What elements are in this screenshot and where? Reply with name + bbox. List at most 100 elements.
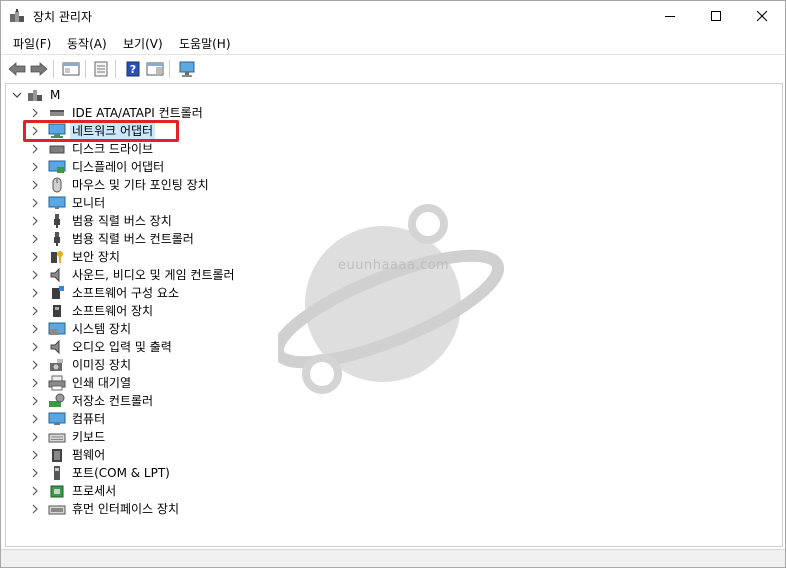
tree-item-label: 펌웨어: [72, 448, 106, 462]
help-icon: ?: [126, 61, 140, 77]
svg-text:?: ?: [130, 63, 136, 76]
chevron-right-icon[interactable]: [28, 338, 42, 356]
chevron-right-icon[interactable]: [28, 482, 42, 500]
minimize-button[interactable]: [647, 1, 693, 31]
tree-item[interactable]: 범용 직렬 버스 장치: [28, 212, 174, 230]
device-tree-pane[interactable]: euunhaaaa.com M IDE ATA/ATAPI 컨트롤러 네트워크 어…: [5, 83, 783, 547]
chevron-down-icon[interactable]: [10, 86, 24, 104]
audio-icon: [48, 339, 66, 355]
close-icon: [756, 10, 768, 22]
chevron-right-icon[interactable]: [28, 500, 42, 518]
tree-item[interactable]: 휴먼 인터페이스 장치: [28, 500, 181, 518]
chevron-right-icon[interactable]: [28, 176, 42, 194]
chevron-right-icon[interactable]: [28, 374, 42, 392]
tree-item[interactable]: 이미징 장치: [28, 356, 133, 374]
tree-item[interactable]: 디스크 드라이브: [28, 140, 155, 158]
chevron-right-icon[interactable]: [28, 320, 42, 338]
tree-item[interactable]: 사운드, 비디오 및 게임 컨트롤러: [28, 266, 237, 284]
menu-view[interactable]: 보기(V): [123, 35, 163, 52]
tree-item-label: 이미징 장치: [72, 358, 132, 372]
chevron-right-icon[interactable]: [28, 284, 42, 302]
device-manager-window: 장치 관리자 파일(F) 동작(A) 보기(V) 도움말(H) ? euunha…: [0, 0, 786, 568]
camera-icon: [48, 357, 66, 373]
scan-hardware-button[interactable]: [177, 59, 197, 79]
tree-item[interactable]: 오디오 입력 및 출력: [28, 338, 174, 356]
chevron-right-icon[interactable]: [28, 158, 42, 176]
tree-item[interactable]: 포트(COM & LPT): [28, 464, 172, 482]
chevron-right-icon[interactable]: [28, 266, 42, 284]
tree-item-label: 마우스 및 기타 포인팅 장치: [72, 178, 209, 192]
speaker-icon: [48, 267, 66, 283]
tree-item[interactable]: 모니터: [28, 194, 107, 212]
back-button[interactable]: [7, 59, 27, 79]
printer-icon: [48, 375, 66, 391]
window-title: 장치 관리자: [33, 10, 93, 24]
menu-help[interactable]: 도움말(H): [179, 35, 231, 52]
planet-watermark-icon: [278, 204, 505, 394]
storage-controller-icon: [48, 393, 66, 409]
minimize-icon: [665, 16, 675, 17]
tree-item[interactable]: 펌웨어: [28, 446, 107, 464]
chevron-right-icon[interactable]: [28, 140, 42, 158]
toolbar-separator: [169, 60, 170, 78]
tree-item[interactable]: 소프트웨어 장치: [28, 302, 155, 320]
maximize-button[interactable]: [693, 1, 739, 31]
tree-item[interactable]: 소프트웨어 구성 요소: [28, 284, 181, 302]
processor-icon: [48, 483, 66, 499]
computer-icon: [48, 411, 66, 427]
title-bar[interactable]: 장치 관리자: [1, 1, 785, 31]
chevron-right-icon[interactable]: [28, 248, 42, 266]
chevron-right-icon[interactable]: [28, 428, 42, 446]
tree-item[interactable]: 저장소 컨트롤러: [28, 392, 155, 410]
tree-item[interactable]: 키보드: [28, 428, 107, 446]
forward-arrow-icon: [30, 62, 48, 76]
usb-controller-icon: [48, 231, 66, 247]
chevron-right-icon[interactable]: [28, 230, 42, 248]
chevron-right-icon[interactable]: [28, 356, 42, 374]
chevron-right-icon[interactable]: [28, 212, 42, 230]
tree-item-label: 오디오 입력 및 출력: [72, 340, 172, 354]
tree-item[interactable]: 컴퓨터: [28, 410, 107, 428]
tree-item-label: 저장소 컨트롤러: [72, 394, 154, 408]
chevron-right-icon[interactable]: [28, 464, 42, 482]
annotation-highlight-box: [23, 120, 179, 142]
mouse-icon: [48, 177, 66, 193]
close-button[interactable]: [739, 1, 785, 31]
help-button[interactable]: ?: [123, 59, 143, 79]
tree-item[interactable]: 프로세서: [28, 482, 118, 500]
tree-item-label: 시스템 장치: [72, 322, 132, 336]
tree-item[interactable]: 시스템 장치: [28, 320, 133, 338]
action-pane-button[interactable]: [145, 59, 165, 79]
tree-item[interactable]: 인쇄 대기열: [28, 374, 133, 392]
tree-item-label: 소프트웨어 장치: [72, 304, 154, 318]
menu-bar: 파일(F) 동작(A) 보기(V) 도움말(H): [1, 31, 785, 53]
chevron-right-icon[interactable]: [28, 302, 42, 320]
tree-item-label: 소프트웨어 구성 요소: [72, 286, 179, 300]
scan-monitor-icon: [179, 61, 195, 77]
tree-item[interactable]: 범용 직렬 버스 컨트롤러: [28, 230, 196, 248]
tree-item[interactable]: 마우스 및 기타 포인팅 장치: [28, 176, 211, 194]
properties-button[interactable]: [91, 59, 111, 79]
maximize-icon: [711, 11, 721, 21]
software-component-icon: [48, 285, 66, 301]
chevron-right-icon[interactable]: [28, 446, 42, 464]
chevron-right-icon[interactable]: [28, 194, 42, 212]
chevron-right-icon[interactable]: [28, 392, 42, 410]
tree-root[interactable]: M: [10, 86, 62, 104]
tree-item[interactable]: 보안 장치: [28, 248, 122, 266]
tree-item[interactable]: 디스플레이 어댑터: [28, 158, 166, 176]
show-hide-console-tree-button[interactable]: [61, 59, 81, 79]
chevron-right-icon[interactable]: [28, 410, 42, 428]
menu-file[interactable]: 파일(F): [13, 35, 51, 52]
monitor-icon: [48, 195, 66, 211]
tree-item-label: 디스플레이 어댑터: [72, 160, 165, 174]
software-device-icon: [48, 303, 66, 319]
watermark-text: euunhaaaa.com: [338, 258, 450, 273]
toolbar: ?: [1, 54, 785, 82]
tree-item-label: 컴퓨터: [72, 412, 106, 426]
toolbar-separator: [53, 60, 54, 78]
port-icon: [48, 465, 66, 481]
tree-item-label: 프로세서: [72, 484, 117, 498]
menu-action[interactable]: 동작(A): [67, 35, 107, 52]
forward-button[interactable]: [29, 59, 49, 79]
